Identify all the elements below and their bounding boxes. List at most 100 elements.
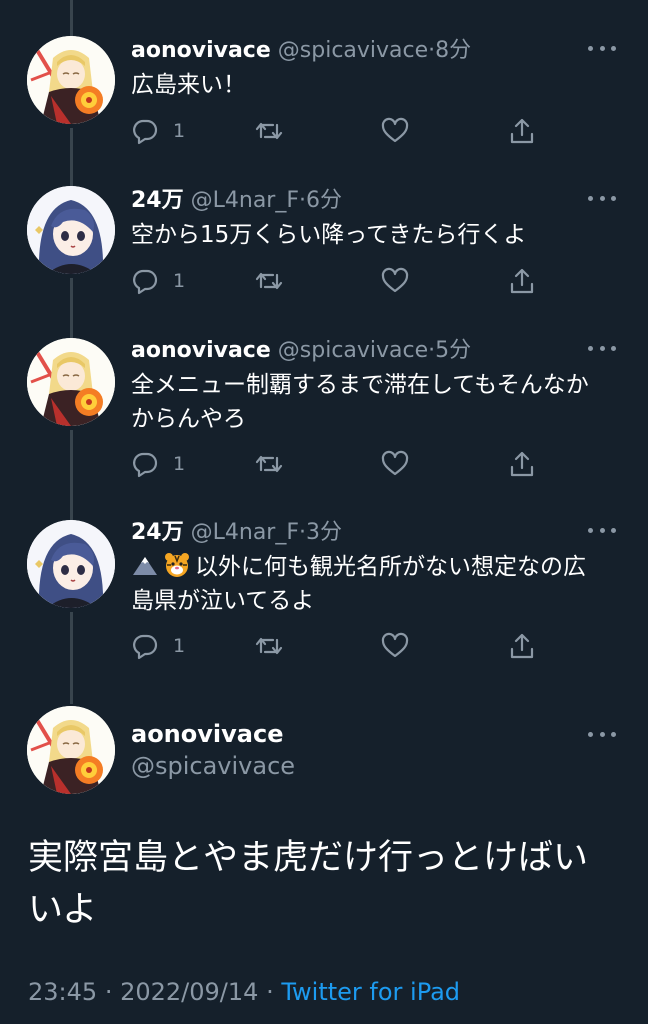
reply-button[interactable]: 1: [131, 264, 185, 298]
display-name[interactable]: 24万: [131, 188, 184, 213]
retweet-icon: [255, 122, 283, 140]
tweet-text: 空から15万くらい降ってきたら行くよ: [131, 222, 527, 248]
avatar-image: [27, 520, 115, 608]
display-name[interactable]: aonovivace: [131, 38, 271, 63]
action-bar: 1: [131, 264, 551, 298]
reply-count: 1: [173, 453, 186, 475]
tweet-header: 24万 @L4nar_F·6分: [131, 186, 588, 216]
display-name[interactable]: aonovivace: [131, 338, 271, 363]
retweet-button[interactable]: [255, 114, 283, 148]
like-icon: [381, 632, 409, 658]
handle[interactable]: @spicavivace: [131, 750, 295, 782]
separator-dot: ·: [299, 188, 307, 213]
retweet-button[interactable]: [255, 264, 283, 298]
more-icon[interactable]: [588, 40, 616, 56]
display-name[interactable]: aonovivace: [131, 718, 283, 750]
avatar[interactable]: [27, 520, 115, 608]
tiger-face-emoji: [165, 553, 189, 577]
retweet-button[interactable]: [255, 447, 283, 481]
tweet-text: 全メニュー制覇するまで滞在してもそんなか からんやろ: [131, 368, 620, 436]
share-icon: [510, 633, 534, 659]
timestamp[interactable]: 8分: [435, 38, 471, 63]
retweet-icon: [255, 455, 283, 473]
like-icon: [381, 267, 409, 293]
share-button[interactable]: [508, 447, 536, 481]
timestamp[interactable]: 3分: [306, 520, 342, 545]
more-icon[interactable]: [588, 522, 616, 538]
tweet-header: 24万 @L4nar_F·3分: [131, 518, 588, 548]
thread-line: [70, 0, 73, 36]
tweet[interactable]: 24万 @L4nar_F·3分 以外に何も観光名所がない想定なの広 島県が泣いて…: [0, 518, 648, 683]
tweet[interactable]: aonovivace @spicavivace·5分 全メニュー制覇するまで滞在…: [0, 336, 648, 501]
timestamp[interactable]: 5分: [435, 338, 471, 363]
avatar-image: [27, 706, 115, 794]
avatar-image: [27, 338, 115, 426]
handle[interactable]: @spicavivace: [278, 38, 428, 63]
like-icon: [381, 450, 409, 476]
tweet-header: aonovivace @spicavivace·8分: [131, 36, 588, 66]
reply-button[interactable]: 1: [131, 447, 185, 481]
share-icon: [510, 268, 534, 294]
handle[interactable]: @L4nar_F: [191, 520, 299, 545]
retweet-icon: [255, 272, 283, 290]
handle[interactable]: @spicavivace: [278, 338, 428, 363]
avatar[interactable]: [27, 36, 115, 124]
reply-count: 1: [173, 120, 186, 142]
more-icon[interactable]: [588, 190, 616, 206]
reply-count: 1: [173, 635, 186, 657]
reply-icon: [133, 269, 158, 295]
post-date: 2022/09/14: [120, 978, 259, 1006]
avatar-image: [27, 186, 115, 274]
mountain-emoji: [133, 557, 157, 575]
tweet-meta: 23:45 · 2022/09/14 · Twitter for iPad: [28, 978, 460, 1006]
tweet-text-line: 以外に何も観光名所がない想定なの広: [195, 554, 586, 580]
separator-dot: ·: [104, 978, 113, 1006]
retweet-button[interactable]: [255, 629, 283, 663]
display-name[interactable]: 24万: [131, 520, 184, 545]
action-bar: 1: [131, 114, 551, 148]
timestamp[interactable]: 6分: [306, 188, 342, 213]
more-icon[interactable]: [588, 340, 616, 356]
avatar-image: [27, 36, 115, 124]
retweet-icon: [255, 637, 283, 655]
tweet-text-line: いよ: [28, 890, 98, 930]
reply-button[interactable]: 1: [131, 629, 185, 663]
tweet-text: 広島来い！: [131, 72, 246, 98]
share-icon: [510, 118, 534, 144]
main-tweet-text: 実際宮島とやま虎だけ行っとけばい いよ: [28, 832, 620, 936]
tweet-text-line: 島県が泣いてるよ: [131, 588, 315, 614]
tweet-text-line: 実際宮島とやま虎だけ行っとけばい: [28, 838, 589, 878]
more-icon[interactable]: [588, 726, 616, 742]
share-button[interactable]: [508, 114, 536, 148]
share-button[interactable]: [508, 629, 536, 663]
separator-dot: ·: [299, 520, 307, 545]
main-tweet: aonovivace @spicavivace 実際宮島とやま虎だけ行っとけばい…: [0, 704, 648, 1014]
reply-count: 1: [173, 270, 186, 292]
share-button[interactable]: [508, 264, 536, 298]
reply-button[interactable]: 1: [131, 114, 185, 148]
like-button[interactable]: [381, 264, 409, 298]
like-icon: [381, 117, 409, 143]
separator-dot: ·: [266, 978, 274, 1006]
avatar[interactable]: [27, 186, 115, 274]
handle[interactable]: @L4nar_F: [191, 188, 299, 213]
tweet-text-line: 全メニュー制覇するまで滞在してもそんなか: [131, 372, 589, 398]
avatar[interactable]: [27, 338, 115, 426]
tweet-text: 以外に何も観光名所がない想定なの広 島県が泣いてるよ: [131, 550, 620, 618]
tweet[interactable]: 24万 @L4nar_F·6分 空から15万くらい降ってきたら行くよ 1: [0, 186, 648, 316]
reply-icon: [133, 634, 158, 660]
reply-icon: [133, 119, 158, 145]
tweet[interactable]: aonovivace @spicavivace·8分 広島来い！ 1: [0, 36, 648, 166]
like-button[interactable]: [381, 447, 409, 481]
share-icon: [510, 451, 534, 477]
like-button[interactable]: [381, 629, 409, 663]
reply-icon: [133, 452, 158, 478]
tweet-text-line: からんやろ: [131, 406, 246, 432]
action-bar: 1: [131, 447, 551, 481]
like-button[interactable]: [381, 114, 409, 148]
action-bar: 1: [131, 629, 551, 663]
avatar[interactable]: [27, 706, 115, 794]
tweet-header: aonovivace @spicavivace·5分: [131, 336, 588, 366]
post-time: 23:45: [28, 978, 98, 1006]
source-link[interactable]: Twitter for iPad: [281, 978, 460, 1006]
